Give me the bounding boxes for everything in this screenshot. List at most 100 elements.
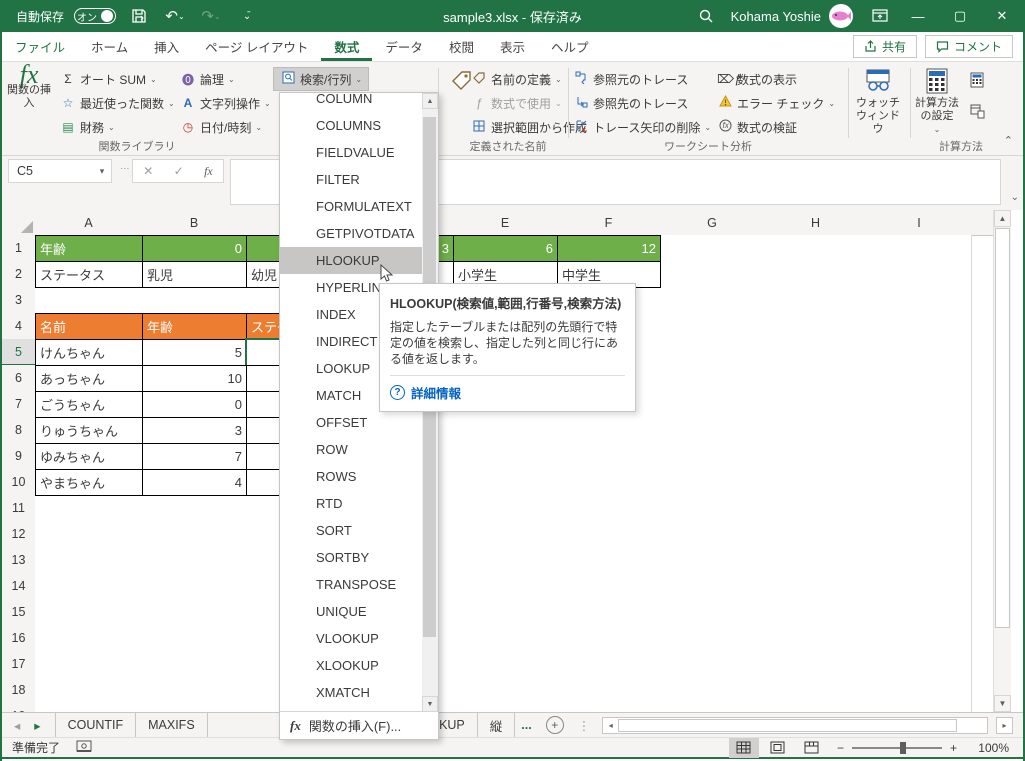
cell-F13[interactable] — [557, 547, 661, 574]
cancel-formula-icon[interactable]: ✕ — [143, 164, 153, 178]
cell-E17[interactable] — [453, 651, 558, 678]
ribbon-tab-ページ レイアウト[interactable]: ページ レイアウト — [192, 32, 321, 61]
row-header-15[interactable]: 15 — [2, 599, 36, 626]
more-sheets-label[interactable]: ... — [515, 718, 537, 732]
menu-item-formulatext[interactable]: FORMULATEXT — [280, 193, 422, 220]
vertical-scrollbar[interactable]: ▲ ▼ — [993, 210, 1011, 712]
row-header-17[interactable]: 17 — [2, 651, 36, 678]
row-header-7[interactable]: 7 — [2, 391, 36, 418]
cell-E9[interactable] — [453, 443, 558, 470]
menu-item-columns[interactable]: COLUMNS — [280, 112, 422, 139]
name-box[interactable]: C5 ▾ — [8, 159, 112, 183]
cell-G17[interactable] — [660, 651, 765, 678]
sheet-tab-MAXIFS[interactable]: MAXIFS — [136, 713, 208, 737]
ribbon-tab-ホーム[interactable]: ホーム — [78, 32, 141, 61]
quick-access-customize-icon[interactable]: ⌄̄ — [234, 3, 260, 29]
cell-I5[interactable] — [867, 339, 972, 366]
column-header-F[interactable]: F — [557, 210, 661, 236]
menu-item-column[interactable]: COLUMN — [280, 93, 422, 112]
cell-I10[interactable] — [867, 469, 972, 496]
cell-B5[interactable]: 5 — [142, 339, 247, 366]
ribbon-tab-挿入[interactable]: 挿入 — [141, 32, 192, 61]
row-header-8[interactable]: 8 — [2, 417, 36, 444]
cell-I8[interactable] — [867, 417, 972, 444]
cell-H11[interactable] — [764, 495, 868, 522]
trace-dependents-button[interactable]: 参照先のトレース — [573, 92, 688, 114]
ribbon-display-options-icon[interactable] — [863, 0, 897, 32]
row-header-1[interactable]: 1 — [2, 235, 36, 262]
menu-item-row[interactable]: ROW — [280, 436, 422, 463]
sheet-tab-COUNTIF[interactable]: COUNTIF — [54, 713, 137, 737]
cell-A10[interactable]: やまちゃん — [35, 469, 143, 496]
cell-F11[interactable] — [557, 495, 661, 522]
cell-F14[interactable] — [557, 573, 661, 600]
menu-item-unique[interactable]: UNIQUE — [280, 598, 422, 625]
menu-item-vlookup[interactable]: VLOOKUP — [280, 625, 422, 652]
cell-E12[interactable] — [453, 521, 558, 548]
cell-I2[interactable] — [867, 261, 972, 288]
cell-B4[interactable]: 年齢 — [142, 313, 247, 340]
financial-button[interactable]: ▤ 財務 ⌄ — [60, 116, 114, 138]
close-button[interactable]: ✕ — [981, 0, 1023, 32]
scroll-up-icon[interactable]: ▲ — [994, 210, 1011, 227]
row-header-16[interactable]: 16 — [2, 625, 36, 652]
cell-H3[interactable] — [764, 287, 868, 314]
menu-item-rows[interactable]: ROWS — [280, 463, 422, 490]
cell-B19[interactable] — [142, 703, 247, 712]
row-header-18[interactable]: 18 — [2, 677, 36, 704]
tab-file[interactable]: ファイル — [2, 32, 78, 61]
cell-G19[interactable] — [660, 703, 765, 712]
menu-item-hlookup[interactable]: HLOOKUP — [280, 247, 422, 274]
cell-G11[interactable] — [660, 495, 765, 522]
sheet-next-icon[interactable]: ▸ — [34, 718, 40, 733]
cell-G5[interactable] — [660, 339, 765, 366]
cell-A14[interactable] — [35, 573, 143, 600]
cell-B2[interactable]: 乳児 — [142, 261, 247, 288]
cell-H12[interactable] — [764, 521, 868, 548]
cell-G14[interactable] — [660, 573, 765, 600]
cell-H18[interactable] — [764, 677, 868, 704]
cell-B17[interactable] — [142, 651, 247, 678]
cell-H7[interactable] — [764, 391, 868, 418]
cell-G13[interactable] — [660, 547, 765, 574]
cell-E15[interactable] — [453, 599, 558, 626]
calculate-now-button[interactable] — [969, 70, 985, 92]
menu-item-xlookup[interactable]: XLOOKUP — [280, 652, 422, 679]
cell-G15[interactable] — [660, 599, 765, 626]
row-header-10[interactable]: 10 — [2, 469, 36, 496]
ribbon-tab-数式[interactable]: 数式 — [321, 32, 372, 61]
zoom-in-button[interactable]: + — [950, 741, 957, 755]
column-header-partial[interactable] — [971, 210, 995, 236]
menu-insert-function-item[interactable]: fx 関数の挿入(F)... — [280, 711, 438, 739]
row-header-4[interactable]: 4 — [2, 313, 36, 340]
menu-item-fieldvalue[interactable]: FIELDVALUE — [280, 139, 422, 166]
page-layout-view-button[interactable] — [763, 738, 793, 758]
cell-H17[interactable] — [764, 651, 868, 678]
enter-formula-icon[interactable]: ✓ — [174, 164, 184, 178]
cell-H13[interactable] — [764, 547, 868, 574]
sheet-prev-icon[interactable]: ◂ — [14, 718, 20, 733]
calculation-options-button[interactable]: 計算方法 の設定 ⌄ — [911, 66, 963, 138]
column-header-A[interactable]: A — [35, 210, 143, 236]
cell-H14[interactable] — [764, 573, 868, 600]
cell-E19[interactable] — [453, 703, 558, 712]
sheet-tab-縦[interactable]: 縦 — [478, 713, 516, 737]
menu-item-filter[interactable]: FILTER — [280, 166, 422, 193]
cell-B13[interactable] — [142, 547, 247, 574]
autosum-button[interactable]: Σ オート SUM ⌄ — [60, 68, 156, 90]
cell-I16[interactable] — [867, 625, 972, 652]
cell-B16[interactable] — [142, 625, 247, 652]
name-box-dropdown-icon[interactable]: ▾ — [93, 166, 111, 177]
hscroll-thumb[interactable] — [618, 718, 957, 732]
cell-B10[interactable]: 4 — [142, 469, 247, 496]
cell-I1[interactable] — [867, 235, 972, 262]
cell-F1[interactable]: 12 — [557, 235, 661, 262]
cell-F8[interactable] — [557, 417, 661, 444]
cell-G10[interactable] — [660, 469, 765, 496]
insert-function-button[interactable]: fx 関数の挿入 — [6, 62, 52, 138]
evaluate-formula-button[interactable]: fx 数式の検証 — [717, 116, 797, 138]
cell-B3[interactable] — [142, 287, 247, 314]
cell-G8[interactable] — [660, 417, 765, 444]
cell-E13[interactable] — [453, 547, 558, 574]
menu-scroll-up-icon[interactable]: ▲ — [422, 93, 438, 109]
